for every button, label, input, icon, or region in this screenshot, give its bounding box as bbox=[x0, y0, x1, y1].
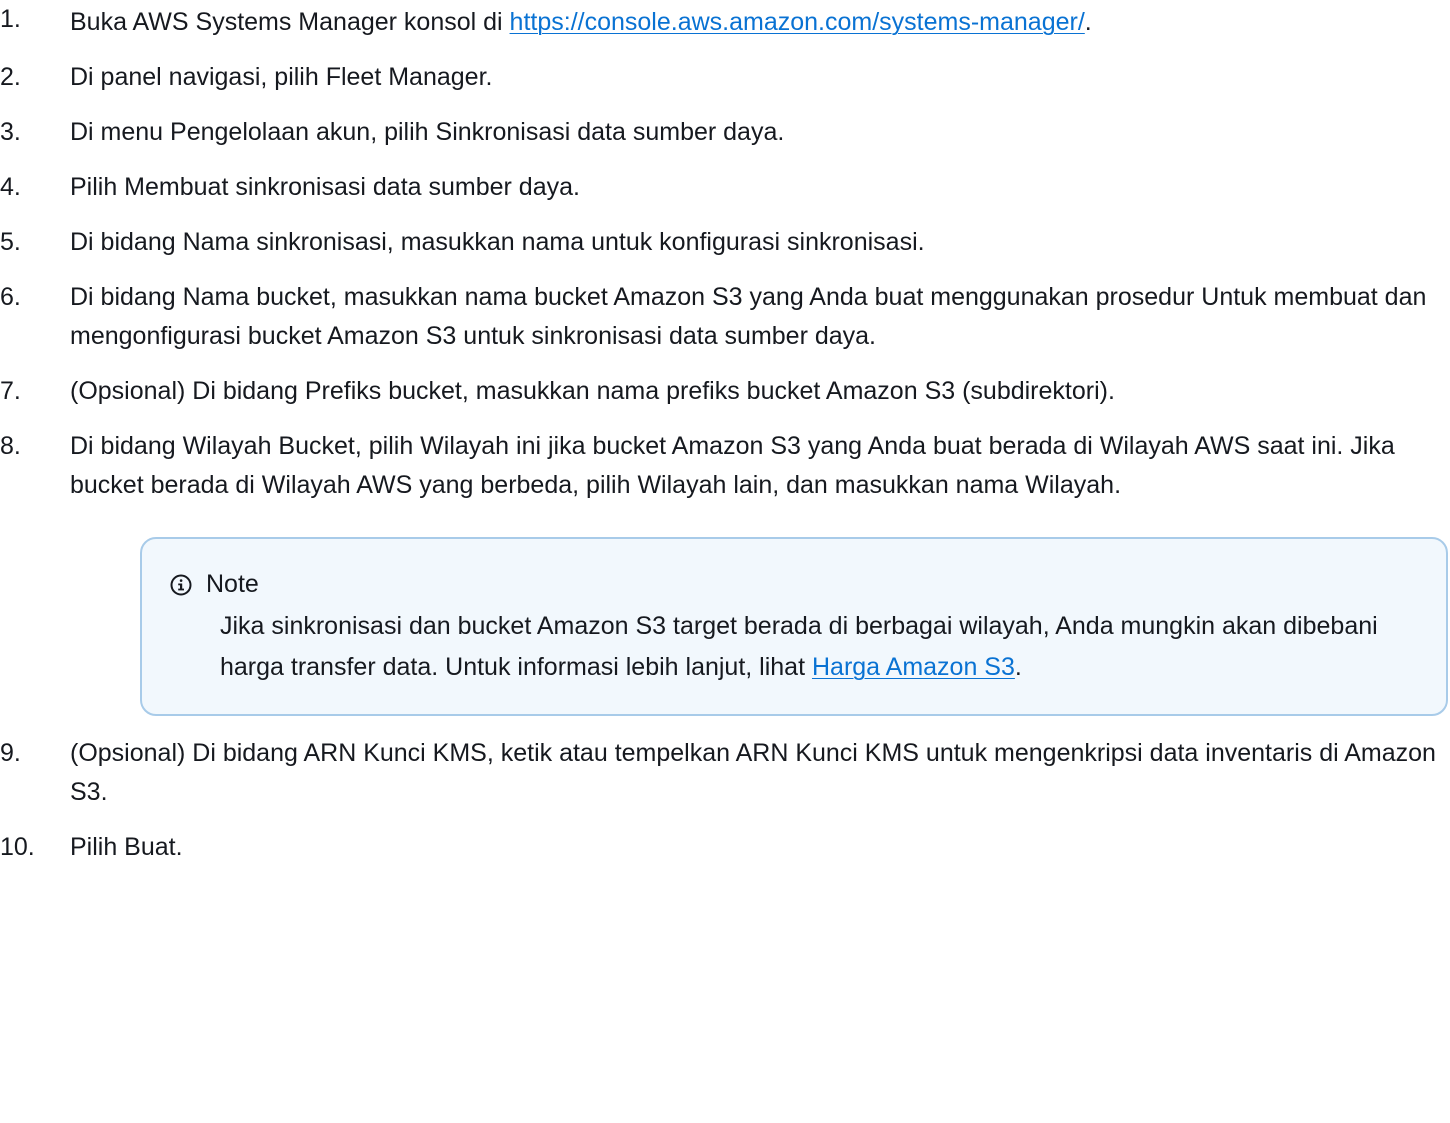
console-link[interactable]: https://console.aws.amazon.com/systems-m… bbox=[510, 8, 1085, 36]
step-text-end: . bbox=[1084, 8, 1092, 36]
step-text: (Opsional) Di bidang Prefiks bucket, mas… bbox=[70, 377, 1115, 405]
note-header: Note bbox=[170, 565, 259, 604]
procedure-steps: 1. Buka AWS Systems Manager konsol di ht… bbox=[0, 0, 1450, 867]
step-number: 6. bbox=[0, 283, 21, 311]
note-text: Jika sinkronisasi dan bucket Amazon S3 t… bbox=[220, 612, 1378, 681]
step-text: Di bidang Nama bucket, masukkan nama buc… bbox=[70, 283, 1427, 350]
note-text-end: . bbox=[1014, 653, 1022, 681]
step-number: 2. bbox=[0, 63, 21, 91]
step-8: 8. Di bidang Wilayah Bucket, pilih Wilay… bbox=[0, 427, 1450, 716]
info-icon bbox=[170, 574, 192, 595]
step-number: 7. bbox=[0, 377, 21, 405]
step-1: 1. Buka AWS Systems Manager konsol di ht… bbox=[0, 0, 1450, 42]
step-text: Di panel navigasi, pilih Fleet Manager. bbox=[70, 63, 493, 91]
step-text: (Opsional) Di bidang ARN Kunci KMS, keti… bbox=[70, 739, 1436, 806]
step-number: 1. bbox=[0, 5, 21, 33]
step-text: Di bidang Wilayah Bucket, pilih Wilayah … bbox=[70, 432, 1395, 499]
step-2: 2. Di panel navigasi, pilih Fleet Manage… bbox=[0, 58, 1450, 97]
step-text: Pilih Membuat sinkronisasi data sumber d… bbox=[70, 173, 580, 201]
step-7: 7. (Opsional) Di bidang Prefiks bucket, … bbox=[0, 372, 1450, 411]
step-number: 9. bbox=[0, 739, 21, 767]
step-10: 10. Pilih Buat. bbox=[0, 828, 1450, 867]
step-number: 10. bbox=[0, 833, 35, 861]
step-number: 5. bbox=[0, 228, 21, 256]
pricing-link[interactable]: Harga Amazon S3 bbox=[812, 653, 1015, 681]
step-number: 4. bbox=[0, 173, 21, 201]
note-body: Jika sinkronisasi dan bucket Amazon S3 t… bbox=[220, 606, 1406, 688]
step-number: 3. bbox=[0, 118, 21, 146]
step-3: 3. Di menu Pengelolaan akun, pilih Sinkr… bbox=[0, 113, 1450, 152]
note-box: Note Jika sinkronisasi dan bucket Amazon… bbox=[140, 537, 1448, 716]
step-5: 5. Di bidang Nama sinkronisasi, masukkan… bbox=[0, 223, 1450, 262]
note-title: Note bbox=[206, 570, 259, 598]
step-number: 8. bbox=[0, 432, 21, 460]
step-9: 9. (Opsional) Di bidang ARN Kunci KMS, k… bbox=[0, 734, 1450, 812]
step-4: 4. Pilih Membuat sinkronisasi data sumbe… bbox=[0, 168, 1450, 207]
step-6: 6. Di bidang Nama bucket, masukkan nama … bbox=[0, 278, 1450, 356]
step-text: Pilih Buat. bbox=[70, 833, 183, 861]
step-text: Buka AWS Systems Manager konsol di bbox=[70, 8, 510, 36]
step-text: Di menu Pengelolaan akun, pilih Sinkroni… bbox=[70, 118, 785, 146]
step-text: Di bidang Nama sinkronisasi, masukkan na… bbox=[70, 228, 925, 256]
